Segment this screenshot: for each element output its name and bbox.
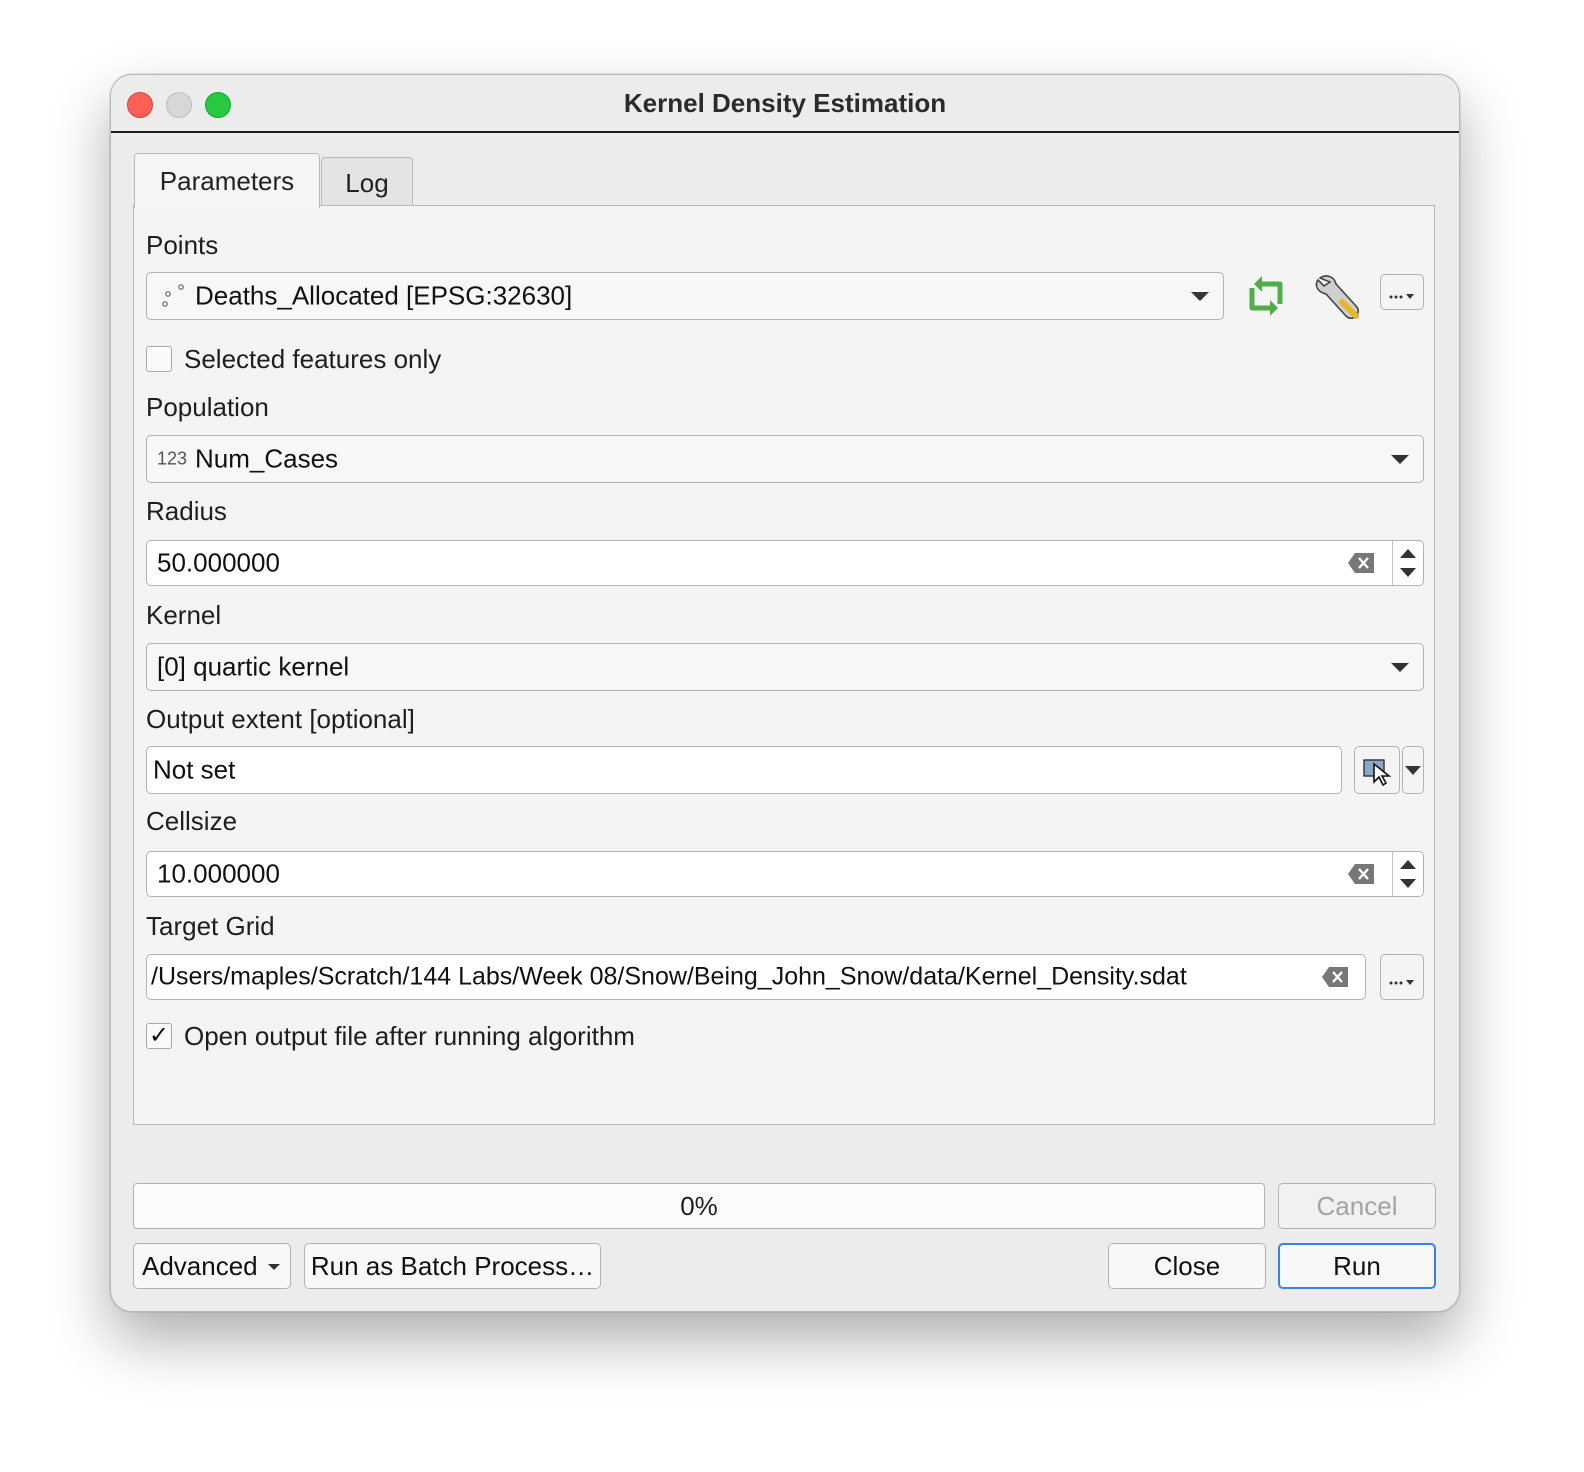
dialog-window: Kernel Density Estimation Parameters Log…	[110, 74, 1460, 1312]
extent-menu-button[interactable]	[1402, 746, 1424, 794]
chevron-down-icon	[1405, 766, 1421, 775]
target-grid-browse-button[interactable]	[1380, 954, 1424, 1000]
clear-icon[interactable]	[1347, 863, 1375, 885]
chevron-down-icon	[268, 1264, 280, 1270]
selected-features-label: Selected features only	[184, 344, 442, 374]
kernel-label: Kernel	[146, 600, 222, 630]
radius-spinbox[interactable]: 50.000000	[146, 540, 1424, 586]
progress-bar: 0%	[133, 1183, 1265, 1229]
population-combobox[interactable]: 123 Num_Cases	[146, 435, 1424, 483]
chevron-down-icon	[1191, 292, 1209, 301]
decrement-icon[interactable]	[1400, 879, 1416, 888]
cancel-button[interactable]: Cancel	[1278, 1183, 1436, 1229]
window-title: Kernel Density Estimation	[623, 88, 947, 118]
numeric-field-icon: 123	[157, 448, 188, 469]
kernel-combobox[interactable]: [0] quartic kernel	[146, 643, 1424, 691]
radius-stepper[interactable]	[1392, 541, 1423, 585]
output-extent-value: Not set	[153, 754, 236, 785]
tab-parameters[interactable]: Parameters	[134, 153, 320, 208]
parameters-panel: Points Deaths_Allocated [EPSG:32630] Sel…	[133, 205, 1435, 1125]
run-button[interactable]: Run	[1278, 1243, 1436, 1289]
ellipsis-menu-icon	[1389, 980, 1414, 985]
run-as-batch-button[interactable]: Run as Batch Process…	[304, 1243, 601, 1289]
clear-icon[interactable]	[1347, 552, 1375, 574]
chevron-down-icon	[1391, 455, 1409, 464]
cellsize-label: Cellsize	[146, 806, 238, 836]
decrement-icon[interactable]	[1400, 568, 1416, 577]
advanced-label: Advanced	[142, 1251, 258, 1281]
target-grid-label: Target Grid	[146, 911, 275, 941]
points-value: Deaths_Allocated [EPSG:32630]	[195, 280, 573, 311]
population-value: Num_Cases	[195, 443, 339, 474]
open-output-checkbox[interactable]: ✓	[146, 1023, 172, 1049]
open-output-label: Open output file after running algorithm	[184, 1021, 635, 1051]
population-label: Population	[146, 392, 269, 422]
progress-text: 0%	[680, 1191, 718, 1221]
cellsize-value: 10.000000	[157, 858, 280, 889]
point-layer-icon	[162, 284, 184, 307]
iterate-icon[interactable]	[1242, 274, 1290, 318]
wrench-icon[interactable]	[1312, 272, 1364, 322]
radius-value: 50.000000	[157, 547, 280, 578]
selected-features-checkbox[interactable]	[146, 346, 172, 372]
output-extent-input[interactable]: Not set	[146, 746, 1342, 794]
output-extent-label: Output extent [optional]	[146, 704, 415, 734]
points-combobox[interactable]: Deaths_Allocated [EPSG:32630]	[146, 272, 1224, 320]
kernel-value: [0] quartic kernel	[157, 651, 350, 682]
close-button[interactable]: Close	[1108, 1243, 1266, 1289]
points-label: Points	[146, 230, 219, 260]
cellsize-stepper[interactable]	[1392, 852, 1423, 896]
target-grid-value: /Users/maples/Scratch/144 Labs/Week 08/S…	[151, 962, 1187, 991]
map-cursor-icon	[1363, 759, 1392, 786]
ellipsis-menu-icon	[1389, 294, 1414, 299]
tab-log[interactable]: Log	[321, 157, 413, 208]
title-bar: Kernel Density Estimation	[111, 75, 1459, 133]
radius-label: Radius	[146, 496, 227, 526]
increment-icon[interactable]	[1400, 860, 1416, 869]
chevron-down-icon	[1391, 663, 1409, 672]
advanced-button[interactable]: Advanced	[133, 1243, 291, 1289]
clear-icon[interactable]	[1321, 966, 1349, 988]
target-grid-input[interactable]: /Users/maples/Scratch/144 Labs/Week 08/S…	[146, 954, 1366, 1000]
increment-icon[interactable]	[1400, 549, 1416, 558]
points-options-button[interactable]	[1380, 274, 1424, 310]
select-extent-on-canvas-button[interactable]	[1354, 746, 1400, 794]
cellsize-spinbox[interactable]: 10.000000	[146, 851, 1424, 897]
